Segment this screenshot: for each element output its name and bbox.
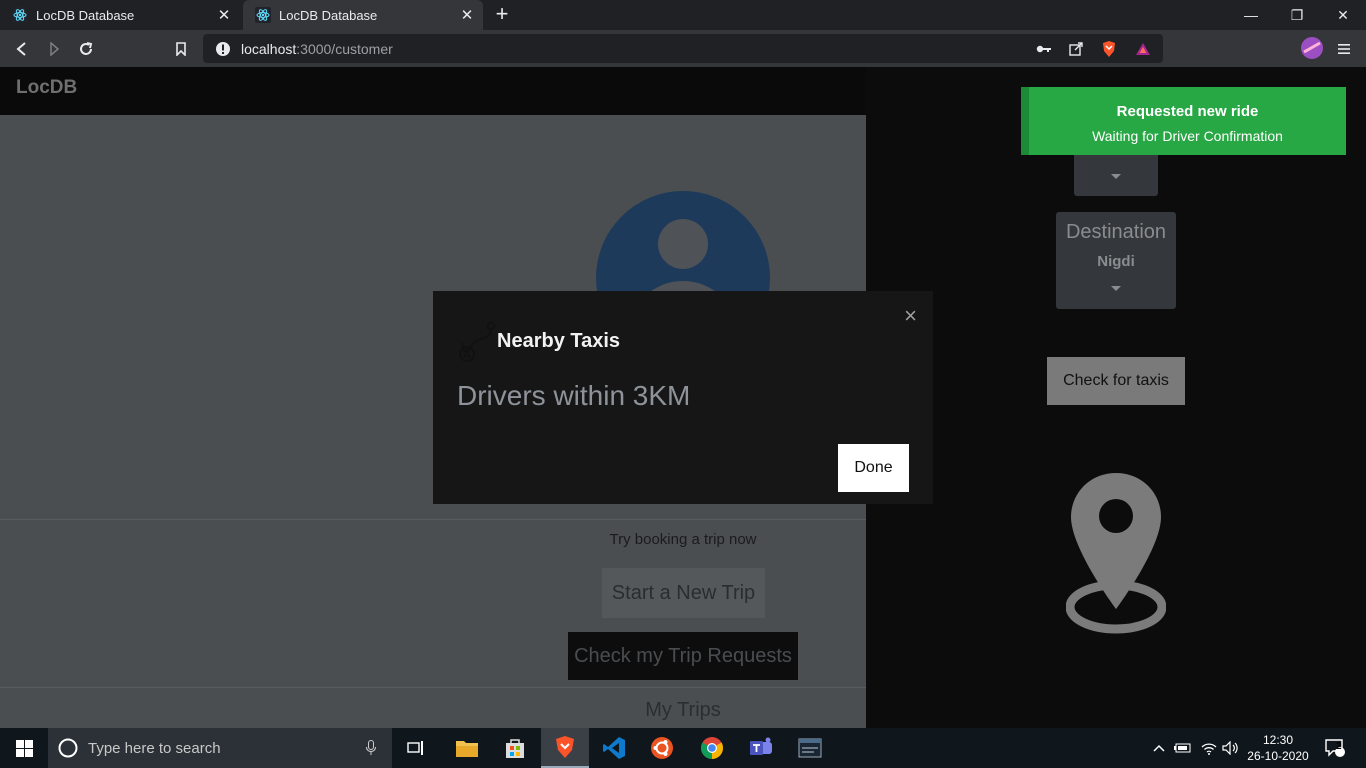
chrome-icon[interactable] — [688, 728, 736, 768]
brave-shield-icon[interactable] — [1100, 40, 1118, 58]
profile-avatar[interactable] — [1301, 37, 1323, 59]
forward-arrow-icon[interactable] — [43, 38, 65, 60]
teams-icon[interactable] — [737, 728, 785, 768]
ride-requested-toast[interactable]: Requested new ride Waiting for Driver Co… — [1021, 87, 1346, 155]
windows-start-icon[interactable] — [0, 728, 48, 768]
react-favicon-icon — [255, 7, 271, 23]
ubuntu-icon[interactable] — [638, 728, 686, 768]
modal-title: Nearby Taxis — [497, 330, 621, 352]
browser-tab-strip: LocDB Database ✕ LocDB Database ✕ + — ❐ … — [0, 0, 1366, 30]
restore-icon[interactable]: ❐ — [1274, 0, 1320, 30]
address-bar[interactable]: localhost:3000/customer — [203, 34, 1163, 63]
divider — [0, 519, 866, 520]
new-tab-plus-icon[interactable]: + — [490, 3, 514, 27]
toast-message: Waiting for Driver Confirmation — [1092, 128, 1283, 144]
taskbar-search[interactable]: Type here to search — [48, 728, 392, 768]
url-host: localhost — [241, 40, 297, 57]
key-icon[interactable] — [1035, 40, 1053, 58]
battery-icon[interactable] — [1172, 728, 1194, 768]
menu-icon[interactable] — [1333, 38, 1355, 60]
tab-close-icon[interactable]: ✕ — [459, 6, 475, 24]
mysql-workbench-icon[interactable] — [786, 728, 834, 768]
tab-title: LocDB Database — [36, 7, 135, 23]
chevron-down-icon — [1111, 174, 1121, 179]
brave-browser-icon[interactable] — [541, 728, 589, 768]
my-trips-link[interactable]: My Trips — [583, 699, 783, 722]
start-new-trip-button[interactable]: Start a New Trip — [602, 568, 765, 618]
wifi-icon[interactable] — [1198, 728, 1220, 768]
app-brand[interactable]: LocDB — [16, 77, 77, 99]
url-path: :3000/customer — [296, 40, 393, 57]
map-pin-icon — [1066, 473, 1166, 634]
done-button[interactable]: Done — [838, 444, 909, 492]
bookmark-icon[interactable] — [170, 38, 192, 60]
notification-count: 2 — [1336, 741, 1342, 752]
reload-icon[interactable] — [75, 38, 97, 60]
vscode-icon[interactable] — [590, 728, 638, 768]
check-trip-requests-button[interactable]: Check my Trip Requests — [568, 632, 798, 680]
tab-title: LocDB Database — [279, 7, 378, 23]
browser-tab-active[interactable]: LocDB Database ✕ — [243, 0, 483, 30]
microsoft-store-icon[interactable] — [491, 728, 539, 768]
chevron-down-icon — [1111, 286, 1121, 291]
modal-body-text: Drivers within 3KM — [457, 380, 691, 411]
tab-close-icon[interactable]: ✕ — [216, 6, 232, 24]
browser-tab[interactable]: LocDB Database ✕ — [0, 0, 240, 30]
destination-dropdown[interactable]: Destination Nigdi — [1056, 212, 1176, 309]
volume-icon[interactable] — [1220, 728, 1242, 768]
booking-panel: Destination Nigdi Check for taxis — [866, 67, 1366, 728]
clock-date: 26-10-2020 — [1247, 749, 1309, 763]
close-icon[interactable]: × — [904, 303, 917, 329]
cortana-icon — [58, 738, 78, 758]
file-explorer-icon[interactable] — [443, 728, 491, 768]
microphone-icon[interactable] — [366, 740, 376, 756]
info-icon[interactable] — [215, 41, 231, 57]
taskbar-clock[interactable]: 12:30 26-10-2020 — [1246, 732, 1310, 764]
task-view-icon[interactable] — [392, 728, 440, 768]
share-icon[interactable] — [1067, 40, 1085, 58]
brave-rewards-icon[interactable] — [1134, 40, 1152, 58]
pickup-dropdown[interactable] — [1074, 155, 1158, 196]
avatar-head — [658, 219, 708, 269]
clock-time: 12:30 — [1262, 733, 1294, 747]
chevron-up-icon[interactable] — [1150, 728, 1168, 768]
toast-title: Requested new ride — [1116, 103, 1259, 120]
search-placeholder: Type here to search — [88, 739, 221, 757]
route-icon — [459, 321, 496, 362]
windows-taskbar: Type here to search 12:30 26-10-2020 2 — [0, 728, 1366, 768]
close-window-icon[interactable]: ✕ — [1320, 0, 1366, 30]
destination-value: Nigdi — [1097, 253, 1135, 270]
browser-toolbar: localhost:3000/customer — [0, 30, 1366, 67]
action-center-icon[interactable]: 2 — [1320, 728, 1350, 768]
divider — [0, 687, 866, 688]
try-booking-text: Try booking a trip now — [609, 531, 757, 548]
react-favicon-icon — [12, 7, 28, 23]
check-for-taxis-button[interactable]: Check for taxis — [1047, 357, 1185, 405]
minimize-icon[interactable]: — — [1228, 0, 1274, 30]
back-arrow-icon[interactable] — [11, 38, 33, 60]
nearby-taxis-modal: × Nearby Taxis Drivers within 3KM Done — [433, 291, 933, 504]
app-navbar: LocDB — [0, 67, 866, 115]
destination-label: Destination — [1065, 221, 1167, 243]
